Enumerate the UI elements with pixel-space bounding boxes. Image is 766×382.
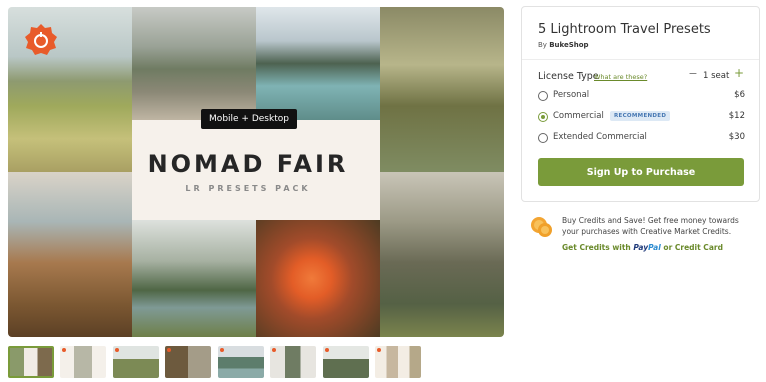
license-type-label: License Type (538, 71, 599, 82)
thumbnail-4[interactable] (165, 346, 211, 378)
coins-icon (531, 217, 552, 237)
purchase-panel: 5 Lightroom Travel Presets By BukeShop L… (521, 6, 760, 202)
license-option-personal[interactable]: Personal $6 (538, 89, 745, 105)
radio-commercial[interactable] (538, 112, 548, 122)
paypal-logo-part2: Pal (648, 243, 661, 252)
what-are-these-link[interactable]: What are these? (594, 73, 647, 81)
thumbnail-8[interactable] (375, 346, 421, 378)
photo-forest-hiker (380, 7, 504, 172)
thumbnail-dot (220, 348, 224, 352)
sign-up-to-purchase-button[interactable]: Sign Up to Purchase (538, 158, 744, 186)
seat-increment-button[interactable]: + (733, 66, 745, 80)
photo-mountain-lake (256, 7, 380, 120)
option-price: $30 (728, 132, 745, 142)
photo-orange-poppies (256, 220, 380, 337)
get-credits-link[interactable]: Get Credits with PayPal or Credit Card (562, 243, 723, 252)
photo-woman-forest (8, 172, 132, 337)
thumbnail-strip (8, 346, 428, 378)
collage-title: NOMAD FAIR (147, 150, 349, 178)
get-credits-prefix: Get Credits with (562, 243, 631, 252)
paypal-logo-part1: Pay (633, 243, 649, 252)
license-option-extended-commercial[interactable]: Extended Commercial $30 (538, 131, 745, 147)
thumbnail-1[interactable] (8, 346, 54, 378)
sale-badge-icon (25, 24, 57, 55)
photo-couple-road (132, 7, 256, 120)
license-option-commercial[interactable]: Commercial RECOMMENDED $12 (538, 110, 745, 126)
product-author: By BukeShop (538, 41, 589, 49)
paypal-logo: PayPal (633, 243, 660, 252)
thumbnail-7[interactable] (323, 346, 369, 378)
credits-promo-text: Buy Credits and Save! Get free money tow… (562, 216, 739, 236)
thumbnail-dot (377, 348, 381, 352)
thumbnail-5[interactable] (218, 346, 264, 378)
recommended-badge: RECOMMENDED (610, 111, 671, 121)
option-name: Personal (553, 90, 590, 100)
option-name: Extended Commercial (553, 132, 647, 142)
author-link[interactable]: BukeShop (549, 41, 588, 49)
thumbnail-dot (115, 348, 119, 352)
seat-decrement-button[interactable]: − (687, 67, 699, 81)
product-title: 5 Lightroom Travel Presets (538, 22, 711, 37)
seat-count: 1 seat (703, 71, 730, 81)
thumbnail-dot (272, 348, 276, 352)
option-price: $12 (728, 111, 745, 121)
thumbnail-dot (167, 348, 171, 352)
thumbnail-3[interactable] (113, 346, 159, 378)
photo-alpine-lake (132, 220, 256, 337)
thumbnail-dot (325, 348, 329, 352)
option-price: $6 (734, 90, 745, 100)
panel-divider (522, 59, 759, 60)
thumbnail-dot (62, 348, 66, 352)
photo-rock-cliffs (380, 172, 504, 337)
thumbnail-6[interactable] (270, 346, 316, 378)
collage-subtitle: LR PRESETS PACK (185, 184, 311, 193)
option-name: Commercial (553, 111, 604, 121)
platform-tag: Mobile + Desktop (201, 109, 297, 129)
thumbnail-2[interactable] (60, 346, 106, 378)
radio-extended-commercial[interactable] (538, 133, 548, 143)
radio-personal[interactable] (538, 91, 548, 101)
author-prefix: By (538, 41, 547, 49)
get-credits-suffix: or Credit Card (663, 243, 723, 252)
